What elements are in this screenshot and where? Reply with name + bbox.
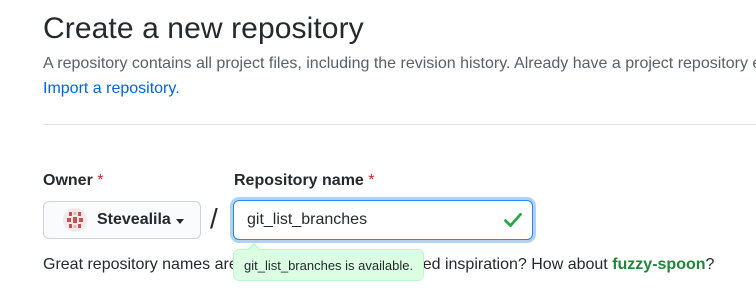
required-mark: * xyxy=(368,172,375,189)
repository-name-label: Repository name * xyxy=(234,172,375,190)
owner-name: Stevealila xyxy=(97,211,171,228)
suggested-name-link[interactable]: fuzzy-spoon xyxy=(612,256,705,273)
repository-name-label-text: Repository name xyxy=(234,172,364,189)
owner-label: Owner * xyxy=(43,172,103,190)
owner-repo-separator: / xyxy=(210,203,218,234)
create-repository-page: Create a new repository A repository con… xyxy=(0,0,756,291)
checkmark-icon xyxy=(504,213,522,227)
section-divider xyxy=(43,124,756,125)
page-description: A repository contains all project files,… xyxy=(43,55,756,72)
import-repository-link[interactable]: Import a repository. xyxy=(43,80,180,98)
required-mark: * xyxy=(97,172,104,189)
availability-tooltip: git_list_branches is available. xyxy=(233,243,425,281)
owner-select-button[interactable]: Stevealila xyxy=(43,201,201,239)
hint-suffix: ? xyxy=(705,256,715,273)
page-title: Create a new repository xyxy=(43,12,364,45)
owner-label-text: Owner xyxy=(43,172,93,189)
repository-name-input[interactable] xyxy=(233,200,533,240)
identicon-avatar xyxy=(63,208,87,232)
caret-down-icon xyxy=(175,218,184,224)
